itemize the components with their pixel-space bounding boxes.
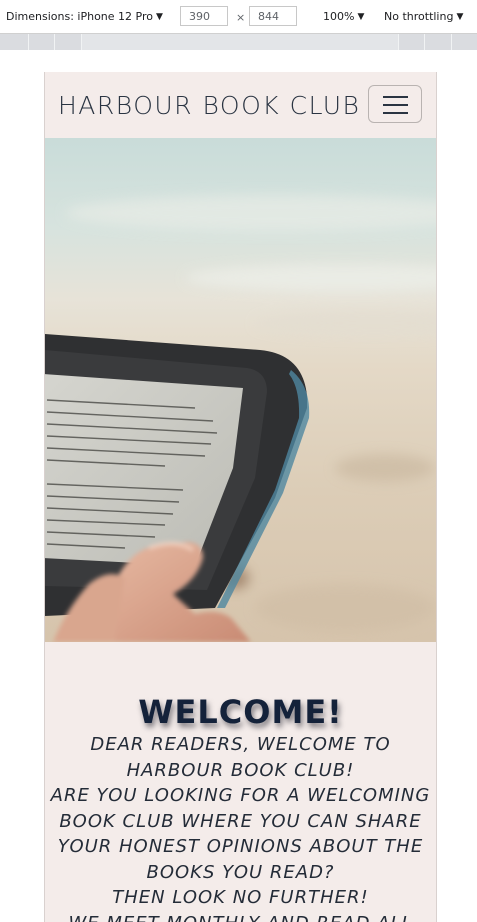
welcome-heading: WELCOME!: [138, 693, 343, 732]
hamburger-menu-button[interactable]: [368, 85, 422, 123]
ruler-tick: [28, 34, 29, 50]
height-input[interactable]: 844: [249, 6, 297, 26]
devtools-device-toolbar: Dimensions: iPhone 12 Pro ▼ 390 × 844 100…: [0, 0, 477, 34]
welcome-line: THEN LOOK NO FURTHER!: [112, 887, 369, 908]
ruler-tick: [398, 34, 399, 50]
ruler-tick: [424, 34, 425, 50]
ruler-tick: [451, 34, 452, 50]
media-query-ruler[interactable]: [0, 34, 477, 50]
width-input[interactable]: 390: [180, 6, 228, 26]
welcome-line: DEAR READERS, WELCOME TO HARBOUR BOOK CL…: [90, 734, 391, 781]
dimensions-dropdown[interactable]: Dimensions: iPhone 12 Pro ▼: [6, 10, 163, 23]
throttling-label: No throttling: [384, 10, 454, 23]
hero-image: [45, 138, 436, 642]
welcome-section: WELCOME! DEAR READERS, WELCOME TO HARBOU…: [45, 642, 436, 922]
welcome-line: ARE YOU LOOKING FOR A WELCOMING BOOK CLU…: [50, 785, 431, 883]
ruler-tick: [81, 34, 82, 50]
zoom-label: 100%: [323, 10, 355, 23]
device-viewport: HARBOUR BOOK CLUB WELCOME! DEAR READERS,…: [44, 72, 437, 922]
dimensions-label: Dimensions: iPhone 12 Pro: [6, 10, 153, 23]
welcome-text: DEAR READERS, WELCOME TO HARBOUR BOOK CL…: [49, 732, 432, 922]
times-sign: ×: [236, 11, 246, 24]
caret-down-icon: ▼: [357, 12, 365, 22]
welcome-line: WE MEET MONTHLY AND READ ALL: [49, 911, 432, 922]
ruler-segment[interactable]: [82, 34, 398, 50]
site-header: HARBOUR BOOK CLUB: [45, 72, 436, 138]
caret-down-icon: ▼: [456, 12, 464, 22]
ruler-tick: [54, 34, 55, 50]
zoom-dropdown[interactable]: 100% ▼: [323, 10, 364, 23]
brand-logo-text[interactable]: HARBOUR BOOK CLUB: [58, 91, 360, 120]
throttling-dropdown[interactable]: No throttling ▼: [384, 10, 463, 23]
caret-down-icon: ▼: [155, 12, 163, 22]
